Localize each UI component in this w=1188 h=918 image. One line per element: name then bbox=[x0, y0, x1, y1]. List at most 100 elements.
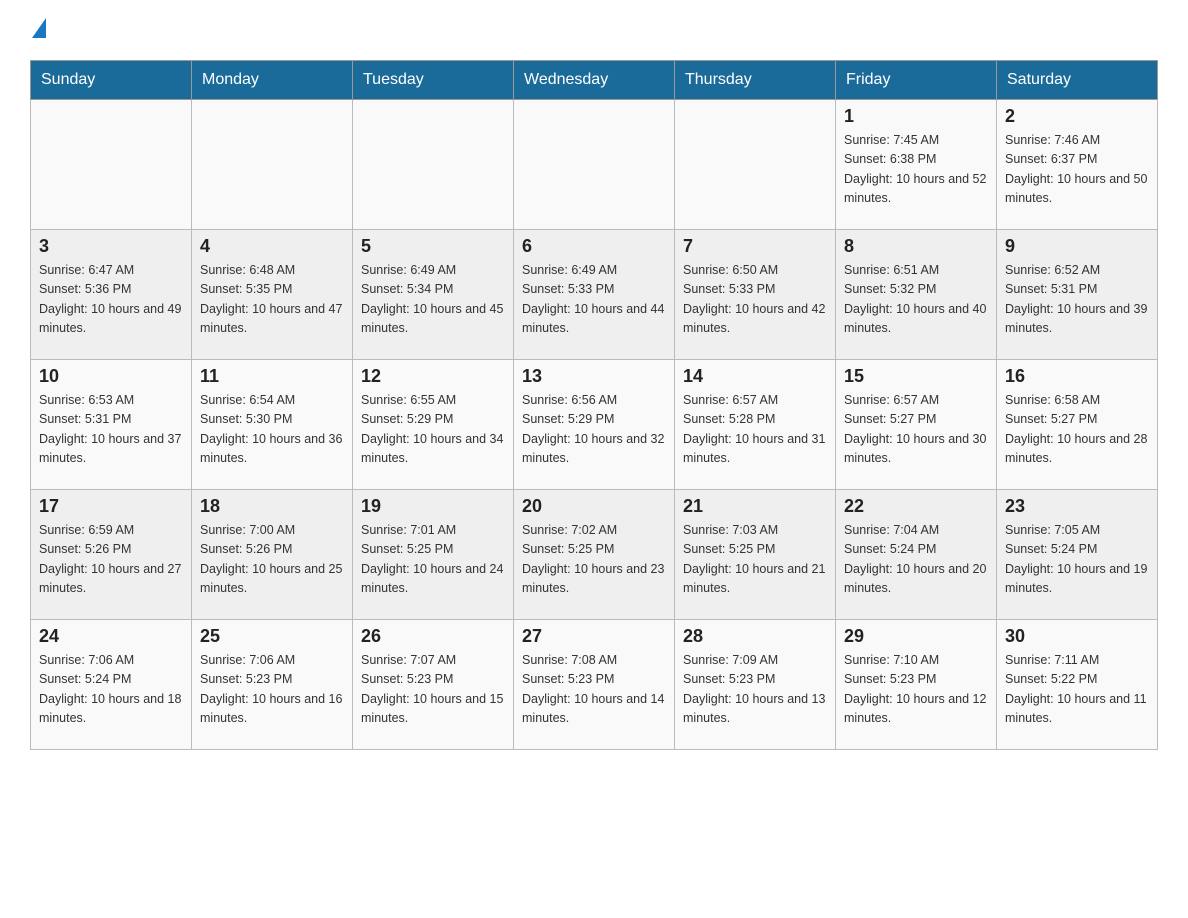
day-info: Sunrise: 7:10 AM Sunset: 5:23 PM Dayligh… bbox=[844, 651, 988, 729]
calendar-cell: 27 Sunrise: 7:08 AM Sunset: 5:23 PM Dayli… bbox=[514, 620, 675, 750]
calendar-cell: 26Sunrise: 7:07 AM Sunset: 5:23 PM Dayli… bbox=[353, 620, 514, 750]
day-info: Sunrise: 7:04 AM Sunset: 5:24 PM Dayligh… bbox=[844, 521, 988, 599]
page-header bbox=[30, 20, 1158, 40]
day-number: 5 bbox=[361, 236, 505, 257]
calendar-week-row: 3 Sunrise: 6:47 AM Sunset: 5:36 PM Daylig… bbox=[31, 230, 1158, 360]
day-info: Sunrise: 7:46 AM Sunset: 6:37 PM Dayligh… bbox=[1005, 131, 1149, 209]
day-number: 14 bbox=[683, 366, 827, 387]
day-info: Sunrise: 7:03 AM Sunset: 5:25 PM Dayligh… bbox=[683, 521, 827, 599]
calendar-cell: 7 Sunrise: 6:50 AM Sunset: 5:33 PM Daylig… bbox=[675, 230, 836, 360]
calendar-cell bbox=[675, 100, 836, 230]
day-info: Sunrise: 6:53 AM Sunset: 5:31 PM Dayligh… bbox=[39, 391, 183, 469]
day-info: Sunrise: 7:06 AM Sunset: 5:23 PM Dayligh… bbox=[200, 651, 344, 729]
day-info: Sunrise: 6:56 AM Sunset: 5:29 PM Dayligh… bbox=[522, 391, 666, 469]
day-number: 12 bbox=[361, 366, 505, 387]
day-info: Sunrise: 6:52 AM Sunset: 5:31 PM Dayligh… bbox=[1005, 261, 1149, 339]
day-info: Sunrise: 6:48 AM Sunset: 5:35 PM Dayligh… bbox=[200, 261, 344, 339]
day-info: Sunrise: 6:47 AM Sunset: 5:36 PM Dayligh… bbox=[39, 261, 183, 339]
day-info: Sunrise: 6:49 AM Sunset: 5:34 PM Dayligh… bbox=[361, 261, 505, 339]
logo bbox=[30, 20, 46, 40]
day-number: 23 bbox=[1005, 496, 1149, 517]
calendar-cell: 29 Sunrise: 7:10 AM Sunset: 5:23 PM Dayli… bbox=[836, 620, 997, 750]
day-info: Sunrise: 7:08 AM Sunset: 5:23 PM Dayligh… bbox=[522, 651, 666, 729]
day-number: 30 bbox=[1005, 626, 1149, 647]
calendar-cell: 3 Sunrise: 6:47 AM Sunset: 5:36 PM Daylig… bbox=[31, 230, 192, 360]
day-info: Sunrise: 7:01 AM Sunset: 5:25 PM Dayligh… bbox=[361, 521, 505, 599]
col-wednesday: Wednesday bbox=[514, 61, 675, 100]
calendar-cell: 21 Sunrise: 7:03 AM Sunset: 5:25 PM Dayli… bbox=[675, 490, 836, 620]
day-info: Sunrise: 7:11 AM Sunset: 5:22 PM Dayligh… bbox=[1005, 651, 1149, 729]
calendar-cell: 20 Sunrise: 7:02 AM Sunset: 5:25 PM Dayli… bbox=[514, 490, 675, 620]
calendar-cell: 9Sunrise: 6:52 AM Sunset: 5:31 PM Daylig… bbox=[997, 230, 1158, 360]
day-info: Sunrise: 6:50 AM Sunset: 5:33 PM Dayligh… bbox=[683, 261, 827, 339]
day-info: Sunrise: 6:51 AM Sunset: 5:32 PM Dayligh… bbox=[844, 261, 988, 339]
calendar-cell: 2Sunrise: 7:46 AM Sunset: 6:37 PM Daylig… bbox=[997, 100, 1158, 230]
calendar-cell bbox=[31, 100, 192, 230]
calendar-cell: 22 Sunrise: 7:04 AM Sunset: 5:24 PM Dayli… bbox=[836, 490, 997, 620]
calendar-cell: 15 Sunrise: 6:57 AM Sunset: 5:27 PM Dayli… bbox=[836, 360, 997, 490]
calendar-cell bbox=[353, 100, 514, 230]
day-number: 6 bbox=[522, 236, 666, 257]
day-number: 15 bbox=[844, 366, 988, 387]
day-number: 7 bbox=[683, 236, 827, 257]
day-number: 27 bbox=[522, 626, 666, 647]
calendar-cell: 1 Sunrise: 7:45 AM Sunset: 6:38 PM Daylig… bbox=[836, 100, 997, 230]
calendar-cell bbox=[192, 100, 353, 230]
logo-triangle-icon bbox=[32, 18, 46, 38]
day-number: 1 bbox=[844, 106, 988, 127]
calendar-table: Sunday Monday Tuesday Wednesday Thursday… bbox=[30, 60, 1158, 750]
calendar-week-row: 10 Sunrise: 6:53 AM Sunset: 5:31 PM Dayli… bbox=[31, 360, 1158, 490]
day-info: Sunrise: 6:49 AM Sunset: 5:33 PM Dayligh… bbox=[522, 261, 666, 339]
calendar-cell: 25Sunrise: 7:06 AM Sunset: 5:23 PM Dayli… bbox=[192, 620, 353, 750]
calendar-header-row: Sunday Monday Tuesday Wednesday Thursday… bbox=[31, 61, 1158, 100]
day-number: 29 bbox=[844, 626, 988, 647]
day-number: 24 bbox=[39, 626, 183, 647]
col-saturday: Saturday bbox=[997, 61, 1158, 100]
calendar-cell: 14Sunrise: 6:57 AM Sunset: 5:28 PM Dayli… bbox=[675, 360, 836, 490]
day-number: 20 bbox=[522, 496, 666, 517]
day-info: Sunrise: 7:06 AM Sunset: 5:24 PM Dayligh… bbox=[39, 651, 183, 729]
col-tuesday: Tuesday bbox=[353, 61, 514, 100]
day-info: Sunrise: 6:54 AM Sunset: 5:30 PM Dayligh… bbox=[200, 391, 344, 469]
day-number: 19 bbox=[361, 496, 505, 517]
calendar-cell: 13 Sunrise: 6:56 AM Sunset: 5:29 PM Dayli… bbox=[514, 360, 675, 490]
calendar-cell: 18Sunrise: 7:00 AM Sunset: 5:26 PM Dayli… bbox=[192, 490, 353, 620]
calendar-cell: 5 Sunrise: 6:49 AM Sunset: 5:34 PM Daylig… bbox=[353, 230, 514, 360]
calendar-cell: 23 Sunrise: 7:05 AM Sunset: 5:24 PM Dayli… bbox=[997, 490, 1158, 620]
day-number: 21 bbox=[683, 496, 827, 517]
day-info: Sunrise: 7:45 AM Sunset: 6:38 PM Dayligh… bbox=[844, 131, 988, 209]
day-number: 26 bbox=[361, 626, 505, 647]
day-number: 4 bbox=[200, 236, 344, 257]
calendar-cell: 24 Sunrise: 7:06 AM Sunset: 5:24 PM Dayli… bbox=[31, 620, 192, 750]
col-thursday: Thursday bbox=[675, 61, 836, 100]
calendar-cell: 28 Sunrise: 7:09 AM Sunset: 5:23 PM Dayli… bbox=[675, 620, 836, 750]
calendar-cell: 4 Sunrise: 6:48 AM Sunset: 5:35 PM Daylig… bbox=[192, 230, 353, 360]
calendar-cell bbox=[514, 100, 675, 230]
day-info: Sunrise: 6:57 AM Sunset: 5:27 PM Dayligh… bbox=[844, 391, 988, 469]
calendar-week-row: 24 Sunrise: 7:06 AM Sunset: 5:24 PM Dayli… bbox=[31, 620, 1158, 750]
calendar-cell: 12 Sunrise: 6:55 AM Sunset: 5:29 PM Dayli… bbox=[353, 360, 514, 490]
day-number: 17 bbox=[39, 496, 183, 517]
day-number: 28 bbox=[683, 626, 827, 647]
day-info: Sunrise: 7:09 AM Sunset: 5:23 PM Dayligh… bbox=[683, 651, 827, 729]
calendar-cell: 8 Sunrise: 6:51 AM Sunset: 5:32 PM Daylig… bbox=[836, 230, 997, 360]
calendar-week-row: 1 Sunrise: 7:45 AM Sunset: 6:38 PM Daylig… bbox=[31, 100, 1158, 230]
day-number: 11 bbox=[200, 366, 344, 387]
day-number: 3 bbox=[39, 236, 183, 257]
day-number: 16 bbox=[1005, 366, 1149, 387]
calendar-week-row: 17Sunrise: 6:59 AM Sunset: 5:26 PM Dayli… bbox=[31, 490, 1158, 620]
day-info: Sunrise: 7:02 AM Sunset: 5:25 PM Dayligh… bbox=[522, 521, 666, 599]
day-info: Sunrise: 7:00 AM Sunset: 5:26 PM Dayligh… bbox=[200, 521, 344, 599]
day-number: 13 bbox=[522, 366, 666, 387]
day-number: 10 bbox=[39, 366, 183, 387]
col-sunday: Sunday bbox=[31, 61, 192, 100]
calendar-cell: 11 Sunrise: 6:54 AM Sunset: 5:30 PM Dayli… bbox=[192, 360, 353, 490]
day-number: 22 bbox=[844, 496, 988, 517]
day-info: Sunrise: 7:05 AM Sunset: 5:24 PM Dayligh… bbox=[1005, 521, 1149, 599]
col-monday: Monday bbox=[192, 61, 353, 100]
day-info: Sunrise: 6:58 AM Sunset: 5:27 PM Dayligh… bbox=[1005, 391, 1149, 469]
day-info: Sunrise: 6:55 AM Sunset: 5:29 PM Dayligh… bbox=[361, 391, 505, 469]
calendar-cell: 30 Sunrise: 7:11 AM Sunset: 5:22 PM Dayli… bbox=[997, 620, 1158, 750]
day-number: 8 bbox=[844, 236, 988, 257]
calendar-cell: 19 Sunrise: 7:01 AM Sunset: 5:25 PM Dayli… bbox=[353, 490, 514, 620]
